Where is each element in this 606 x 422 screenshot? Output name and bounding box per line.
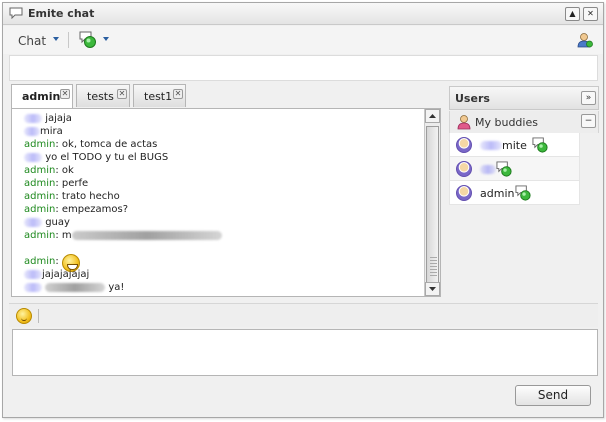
message-list: jajaja mira admin: ok, tomca de actas yo… <box>24 112 422 294</box>
status-message-bar <box>9 55 598 81</box>
toolbar-separator <box>68 32 69 48</box>
send-button[interactable]: Send <box>515 385 591 406</box>
tab-tests[interactable]: tests ✕ <box>76 84 130 107</box>
redacted-nick <box>24 113 42 123</box>
chat-window: Emite chat ▲ ✕ Chat admin ✕ tests ✕ test… <box>2 2 604 418</box>
buddy-item[interactable]: admin <box>449 181 580 205</box>
chat-menu[interactable]: Chat <box>18 34 46 48</box>
message-row: admin: trato hecho <box>24 191 120 202</box>
chat-history[interactable]: jajaja mira admin: ok, tomca de actas yo… <box>11 108 441 297</box>
input-toolbar <box>9 303 598 327</box>
close-tab-icon[interactable]: ✕ <box>117 89 127 99</box>
avatar <box>456 161 472 177</box>
message-row: admin: <box>24 242 422 272</box>
message-row: admin: ok, tomca de actas <box>24 139 158 150</box>
close-tab-icon[interactable]: ✕ <box>173 89 183 99</box>
message-row: ya! <box>24 281 422 294</box>
message-row: admin: empezamos? <box>24 204 129 215</box>
message-row: mira <box>24 125 422 138</box>
message-row: yo el TODO y tu el BUGS <box>24 151 422 164</box>
scroll-thumb[interactable] <box>426 126 439 283</box>
message-row: jajajajajaj <box>24 268 422 281</box>
online-status-icon[interactable] <box>79 31 97 49</box>
buddies-group-label: My buddies <box>475 116 538 129</box>
users-panel: Users » My buddies − mite admin <box>449 86 599 297</box>
redacted-nick <box>24 269 42 279</box>
message-row: admin: m <box>24 229 422 242</box>
redacted-nick <box>24 152 42 162</box>
window-title: Emite chat <box>28 7 95 20</box>
online-status-icon <box>532 137 548 153</box>
buddy-list: mite admin <box>449 133 580 205</box>
close-tab-icon[interactable]: ✕ <box>60 89 70 99</box>
message-row: admin: ok <box>24 165 74 176</box>
minimize-button[interactable]: ▲ <box>565 7 580 21</box>
avatar <box>456 185 472 201</box>
tab-test1[interactable]: test1 ✕ <box>133 84 186 107</box>
buddy-item[interactable] <box>449 157 580 181</box>
tab-admin[interactable]: admin ✕ <box>11 84 73 108</box>
collapse-group-button[interactable]: − <box>581 114 596 128</box>
message-row: guay <box>24 216 422 229</box>
avatar <box>456 137 472 153</box>
scroll-down-button[interactable] <box>425 282 440 296</box>
chat-bubble-icon <box>9 7 23 19</box>
arrow-down-icon <box>429 287 436 291</box>
redacted-nick <box>24 126 40 136</box>
buddy-item[interactable]: mite <box>449 133 580 157</box>
online-status-icon <box>496 161 512 177</box>
input-toolbar-separator <box>38 309 39 323</box>
scroll-grip <box>430 257 437 277</box>
users-panel-title: Users <box>455 92 490 105</box>
emoticon-picker-icon[interactable] <box>16 308 32 324</box>
message-row: jajaja <box>24 112 422 125</box>
message-row: admin: perfe <box>24 178 89 189</box>
arrow-up-icon <box>429 114 436 118</box>
redacted-text <box>45 282 106 292</box>
online-status-icon <box>515 185 531 201</box>
users-panel-header: Users » <box>449 86 599 110</box>
close-button[interactable]: ✕ <box>583 7 598 21</box>
redacted-name <box>480 141 502 150</box>
redacted-nick <box>24 217 42 227</box>
buddy-group-icon <box>457 115 471 130</box>
main-toolbar: Chat <box>3 26 603 54</box>
chat-scrollbar[interactable] <box>424 109 440 296</box>
scroll-up-button[interactable] <box>425 109 440 123</box>
collapse-panel-button[interactable]: » <box>581 91 596 105</box>
add-user-icon[interactable] <box>577 32 593 48</box>
buddies-group-header[interactable]: My buddies − <box>449 111 599 133</box>
chat-menu-arrow-icon[interactable] <box>53 37 59 41</box>
message-input[interactable] <box>12 329 598 376</box>
redacted-text <box>71 230 222 240</box>
redacted-name <box>480 165 496 174</box>
redacted-nick <box>24 282 42 292</box>
status-menu-arrow-icon[interactable] <box>103 37 109 41</box>
title-bar: Emite chat ▲ ✕ <box>3 3 603 25</box>
